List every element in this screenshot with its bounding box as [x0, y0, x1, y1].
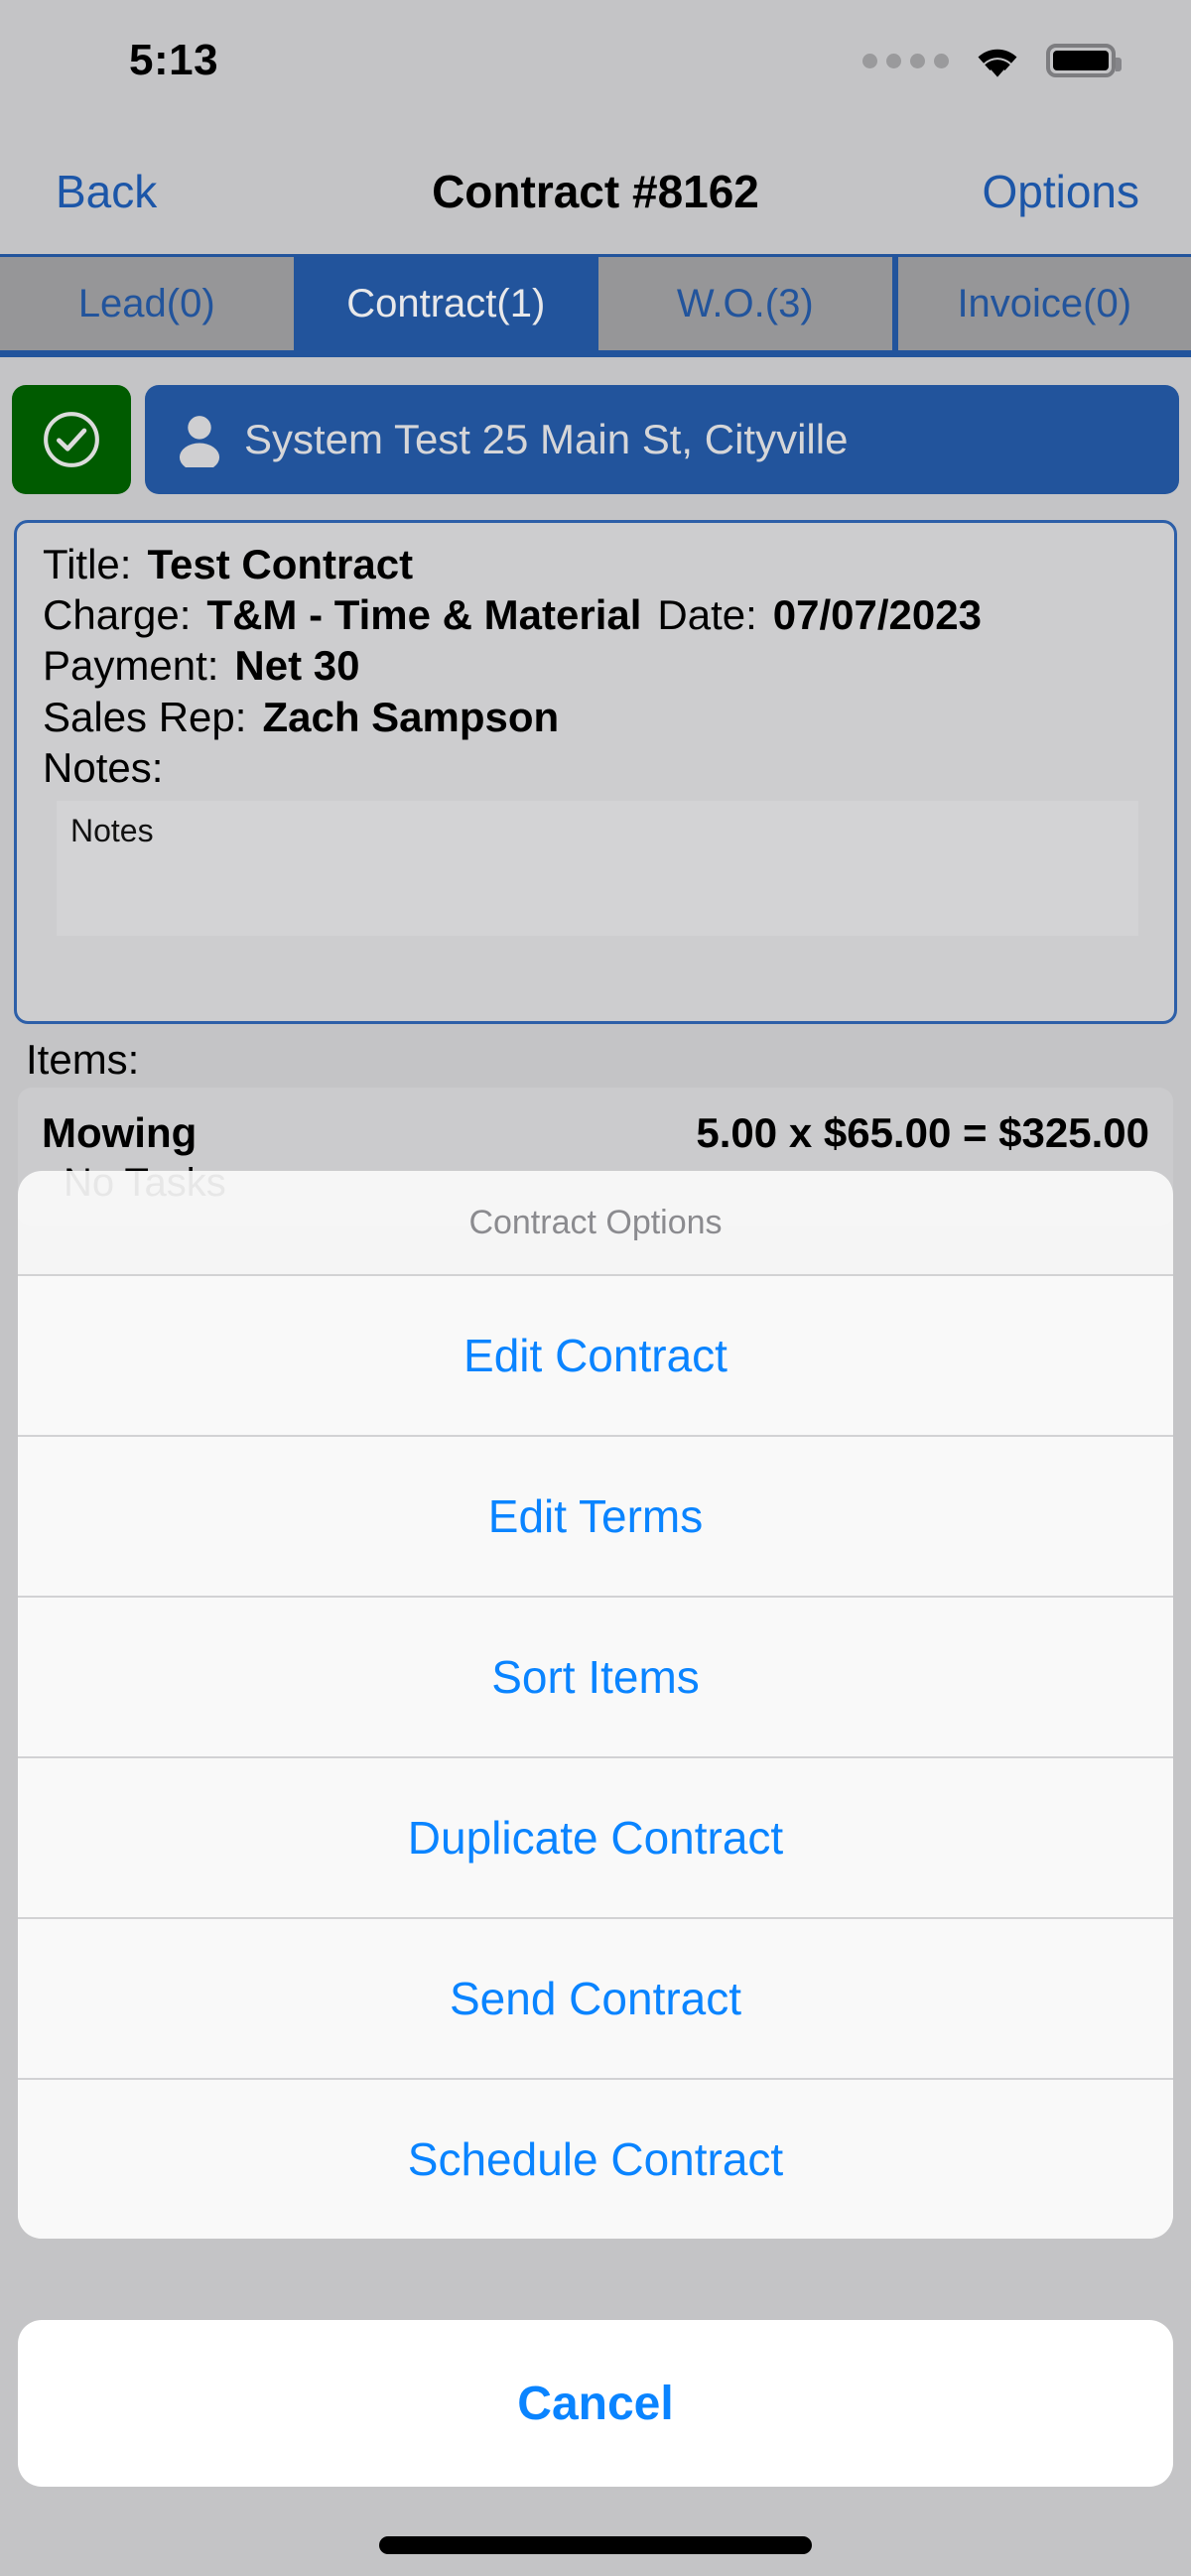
detail-date-value: 07/07/2023: [772, 591, 982, 639]
action-duplicate-contract[interactable]: Duplicate Contract: [18, 1758, 1173, 1919]
status-bar: 5:13: [0, 0, 1191, 107]
detail-notes-label: Notes:: [43, 743, 164, 791]
item-summary-line: Mowing 5.00 x $65.00 = $325.00: [42, 1109, 1149, 1157]
detail-charge-line: Charge: T&M - Time & Material Date: 07/07/2…: [43, 589, 1148, 640]
action-edit-contract[interactable]: Edit Contract: [18, 1276, 1173, 1437]
check-circle-icon: [44, 412, 99, 467]
tab-invoice[interactable]: Invoice(0): [897, 257, 1191, 350]
status-bar-time: 5:13: [129, 36, 219, 84]
detail-sales-rep-value: Zach Sampson: [262, 693, 560, 740]
detail-title-value: Test Contract: [147, 541, 414, 587]
status-bar-indicators: [862, 41, 1122, 80]
item-name: Mowing: [42, 1109, 198, 1156]
notes-input[interactable]: Notes: [57, 801, 1138, 937]
action-schedule-contract[interactable]: Schedule Contract: [18, 2080, 1173, 2239]
customer-button[interactable]: System Test 25 Main St, Cityville: [145, 385, 1179, 494]
detail-payment-label: Payment:: [43, 642, 219, 690]
wifi-icon: [978, 49, 1017, 77]
detail-payment-line: Payment: Net 30: [43, 640, 1148, 691]
signal-dots-icon: [862, 53, 949, 68]
action-sort-items[interactable]: Sort Items: [18, 1598, 1173, 1758]
detail-title-line: Title: Test Contract: [43, 539, 1148, 589]
customer-row: System Test 25 Main St, Cityville: [12, 385, 1179, 494]
back-button[interactable]: Back: [56, 165, 157, 218]
action-sheet-title: Contract Options: [18, 1171, 1173, 1276]
items-section-label: Items:: [26, 1036, 140, 1083]
detail-sales-rep-line: Sales Rep: Zach Sampson: [43, 692, 1148, 742]
customer-name: System Test 25 Main St, Cityville: [244, 416, 849, 462]
action-sheet-options-group: Contract Options Edit Contract Edit Term…: [18, 1171, 1173, 2239]
tab-bar: Lead(0) Contract(1) W.O.(3) Invoice(0): [0, 254, 1191, 357]
action-sheet: Contract Options Edit Contract Edit Term…: [0, 1171, 1191, 2576]
notes-placeholder: Notes: [70, 813, 154, 849]
contract-status-button[interactable]: [12, 385, 131, 494]
detail-title-label: Title:: [43, 541, 132, 587]
detail-charge-value: T&M - Time & Material: [206, 591, 642, 639]
detail-charge-label: Charge:: [43, 591, 192, 639]
cancel-button[interactable]: Cancel: [18, 2320, 1173, 2487]
navigation-bar: Back Contract #8162 Options: [0, 139, 1191, 244]
options-button[interactable]: Options: [982, 165, 1139, 218]
detail-date-label: Date:: [657, 591, 757, 639]
tab-contract[interactable]: Contract(1): [299, 257, 593, 350]
item-calculation: 5.00 x $65.00 = $325.00: [696, 1109, 1149, 1156]
action-edit-terms[interactable]: Edit Terms: [18, 1437, 1173, 1598]
battery-full-icon: [1046, 44, 1122, 77]
tab-work-order[interactable]: W.O.(3): [598, 257, 892, 350]
contract-details-card[interactable]: Title: Test Contract Charge: T&M - Time & …: [14, 520, 1177, 1024]
action-send-contract[interactable]: Send Contract: [18, 1919, 1173, 2080]
detail-payment-value: Net 30: [234, 642, 360, 690]
home-indicator: [379, 2536, 812, 2554]
detail-sales-rep-label: Sales Rep:: [43, 693, 247, 740]
tab-lead[interactable]: Lead(0): [0, 257, 294, 350]
person-icon: [179, 416, 220, 467]
